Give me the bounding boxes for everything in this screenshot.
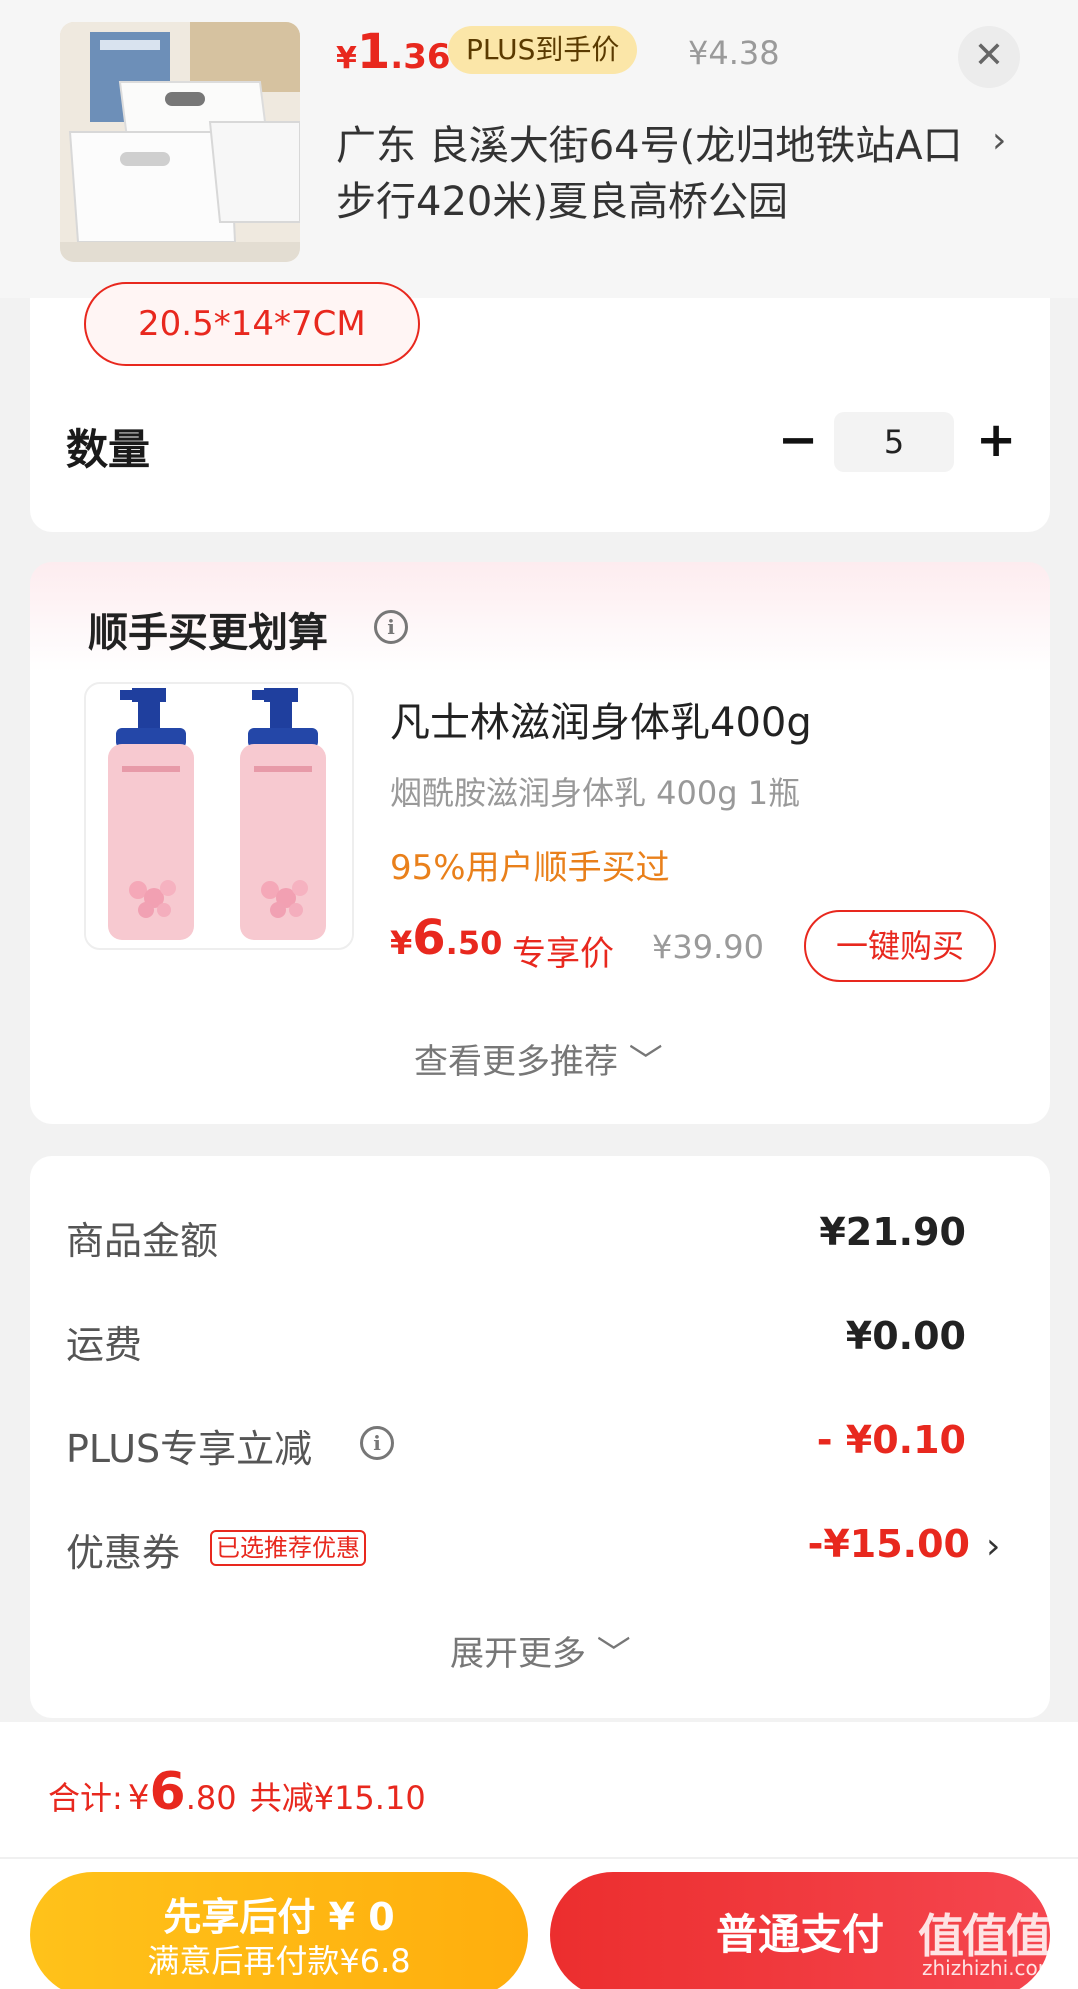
quantity-input[interactable]: 5	[834, 412, 954, 472]
original-price: ¥4.38	[688, 34, 780, 72]
expand-more-link[interactable]: 展开更多 ﹀	[450, 1626, 631, 1675]
order-total: 合计: ¥6.80 共减¥15.10	[48, 1762, 426, 1822]
shipping-label: 运费	[66, 1323, 143, 1367]
coupon-label: 优惠券	[66, 1531, 181, 1575]
recommend-social-proof: 95%用户顺手买过	[390, 848, 670, 888]
pay-later-subtitle: 满意后再付款¥6.8	[147, 1942, 411, 1980]
pay-later-title: 先享后付 ¥ 0	[163, 1895, 395, 1939]
size-option-selected[interactable]: 20.5*14*7CM	[84, 282, 420, 366]
chevron-right-icon[interactable]: ›	[986, 1526, 1000, 1567]
goods-amount-label: 商品金额	[66, 1219, 219, 1263]
header-price: ¥1.36	[336, 24, 451, 80]
plus-price-badge: PLUS到手价	[448, 26, 638, 74]
close-button[interactable]: ✕	[958, 26, 1020, 88]
currency-symbol: ¥	[390, 924, 413, 962]
recommend-product-name[interactable]: 凡士林滋润身体乳400g	[390, 690, 812, 748]
exclusive-price-label: 专享价	[512, 934, 614, 974]
watermark-url: zhizhizhi.com	[922, 1956, 1058, 1980]
recommend-title: 顺手买更划算	[88, 610, 328, 656]
pay-later-button[interactable]: 先享后付 ¥ 0 满意后再付款¥6.8	[30, 1872, 528, 1989]
storage-box-image	[60, 22, 300, 262]
delivery-address[interactable]: 广东 良溪大街64号(龙归地铁站A口步行420米)夏良高桥公园	[336, 118, 966, 230]
divider	[0, 1857, 1078, 1859]
currency-symbol: ¥	[127, 1778, 150, 1818]
total-saved: 共减¥15.10	[249, 1779, 426, 1817]
price-decimal: .36	[390, 37, 451, 77]
recommend-price: ¥6.50	[390, 910, 502, 966]
coupon-value[interactable]: -¥15.00	[808, 1522, 970, 1566]
info-icon[interactable]: i	[374, 610, 408, 644]
total-integer: 6	[149, 1762, 186, 1822]
more-recommendations-link[interactable]: 查看更多推荐 ﹀	[414, 1034, 663, 1083]
quantity-decrease-button[interactable]: −	[778, 412, 818, 468]
info-icon[interactable]: i	[360, 1426, 394, 1460]
quantity-label: 数量	[66, 425, 151, 474]
price-integer: 6	[412, 910, 446, 966]
one-click-buy-button[interactable]: 一键购买	[804, 910, 996, 982]
recommend-product-spec: 烟酰胺滋润身体乳 400g 1瓶	[390, 774, 801, 812]
price-integer: 1	[356, 24, 391, 80]
quantity-increase-button[interactable]: +	[976, 412, 1016, 468]
chevron-right-icon[interactable]: ›	[992, 120, 1006, 161]
goods-amount-value: ¥21.90	[819, 1210, 966, 1254]
recommend-original-price: ¥39.90	[652, 928, 764, 966]
lotion-bottles-image	[86, 684, 352, 948]
total-label: 合计:	[48, 1779, 123, 1817]
currency-symbol: ¥	[336, 41, 357, 76]
close-icon: ✕	[973, 35, 1005, 76]
coupon-recommended-badge: 已选推荐优惠	[210, 1530, 366, 1566]
price-decimal: .50	[445, 924, 503, 962]
plus-discount-label: PLUS专享立减	[66, 1427, 313, 1471]
total-decimal: .80	[185, 1779, 237, 1817]
shipping-value: ¥0.00	[845, 1314, 966, 1358]
plus-discount-value: - ¥0.10	[816, 1418, 966, 1462]
product-thumbnail[interactable]	[60, 22, 300, 262]
product-header: ¥1.36 PLUS到手价 ¥4.38 ✕ 广东 良溪大街64号(龙归地铁站A口…	[0, 0, 1078, 298]
recommend-product-image[interactable]	[84, 682, 354, 950]
